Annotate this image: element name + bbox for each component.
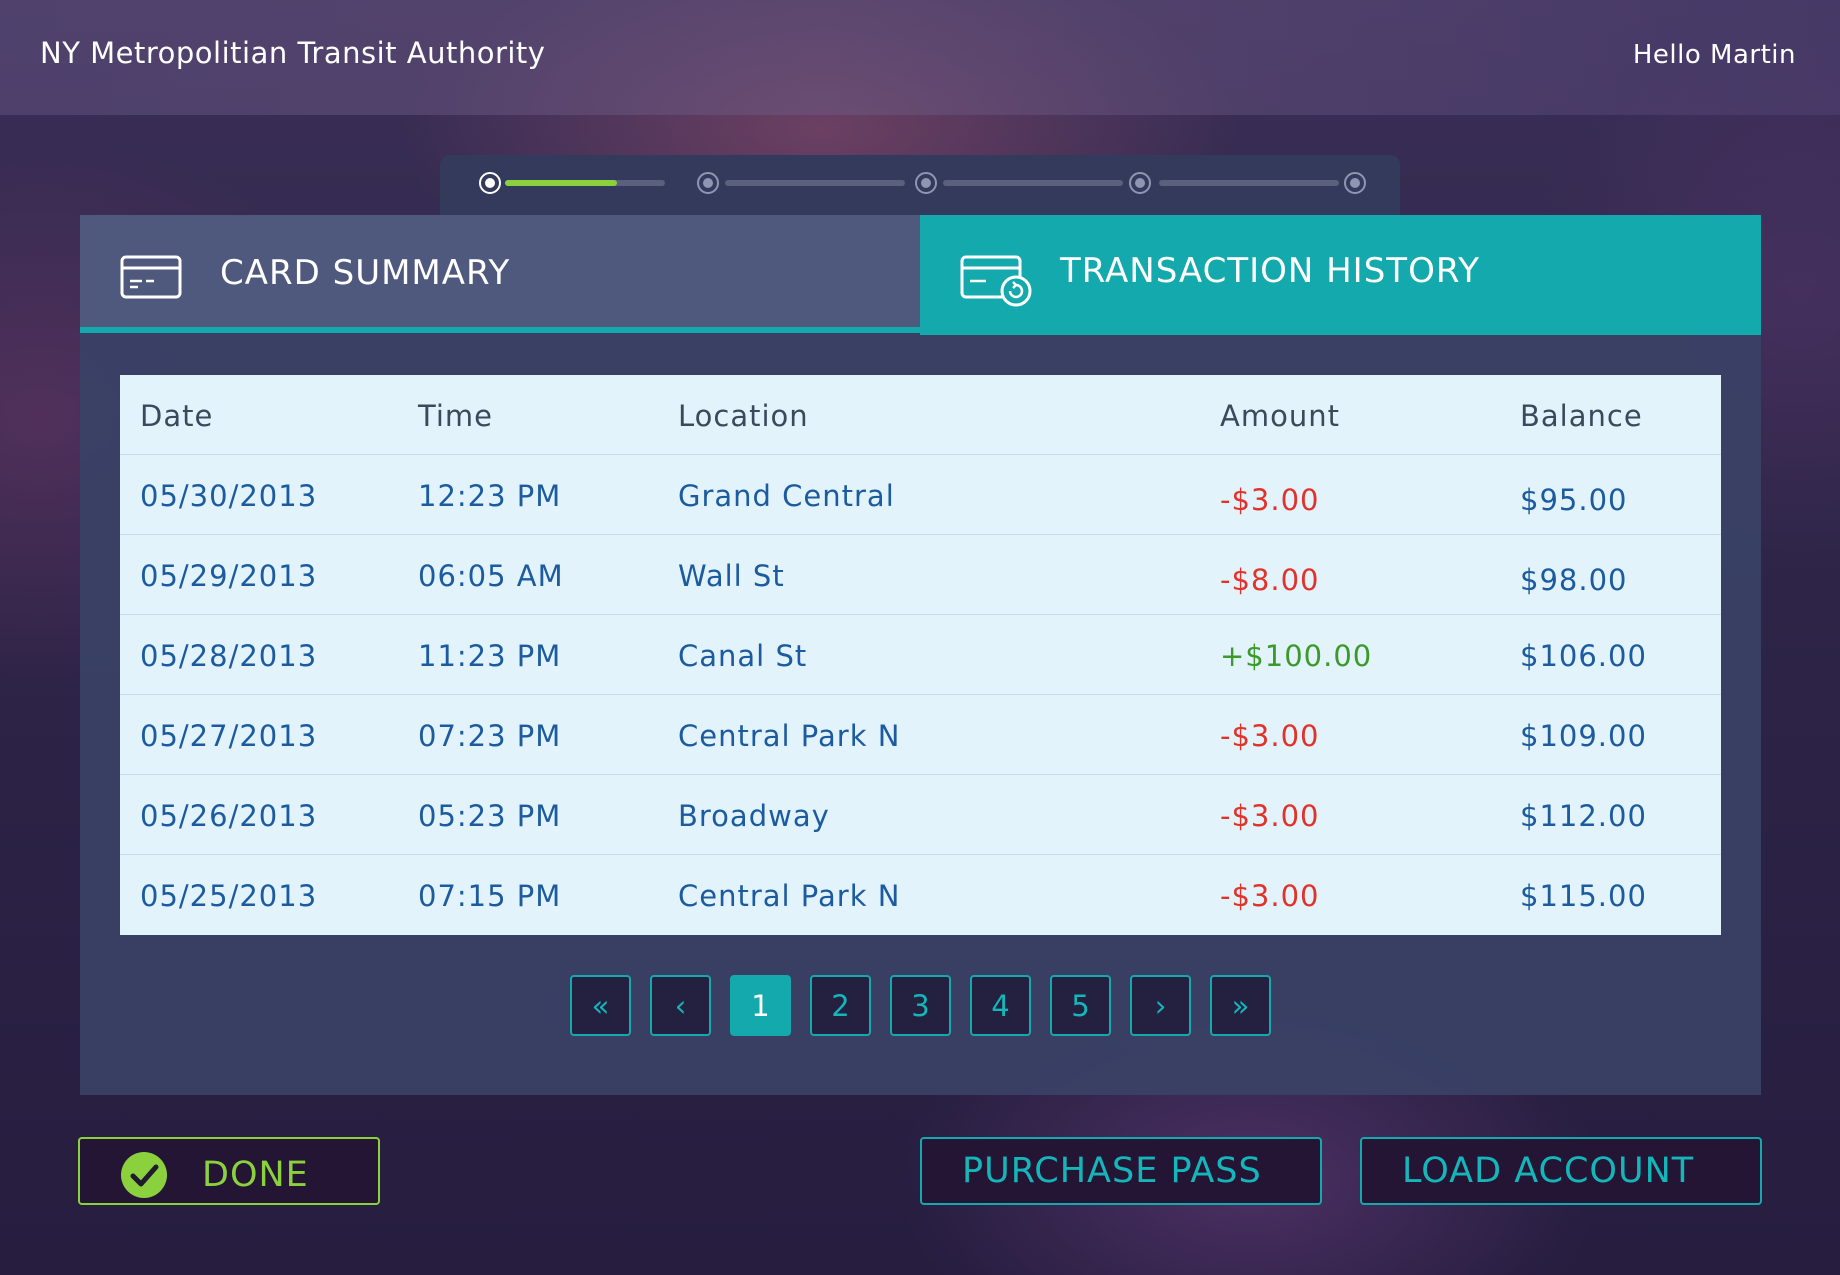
table-row[interactable]: 05/27/2013 07:23 PM Central Park N -$3.0… [120, 695, 1721, 775]
page-3-button[interactable]: 3 [890, 975, 951, 1036]
cell-amount: +$100.00 [1220, 639, 1373, 673]
cell-time: 07:15 PM [418, 879, 562, 913]
cell-amount: -$3.00 [1220, 799, 1320, 833]
cell-balance: $115.00 [1520, 879, 1647, 913]
main-panel: CARD SUMMARY TRANSACTION HISTORY Date Ti… [80, 215, 1761, 1095]
page-next-button[interactable]: › [1130, 975, 1191, 1036]
step-1-dot [479, 172, 501, 194]
step-track-4 [1159, 180, 1339, 186]
page-last-button[interactable]: » [1210, 975, 1271, 1036]
transaction-table: Date Time Location Amount Balance 05/30/… [120, 375, 1721, 935]
header-balance: Balance [1520, 399, 1643, 433]
table-row[interactable]: 05/25/2013 07:15 PM Central Park N -$3.0… [120, 855, 1721, 935]
load-account-label: LOAD ACCOUNT [1402, 1151, 1695, 1191]
cell-location: Canal St [678, 639, 808, 673]
page-4-button[interactable]: 4 [970, 975, 1031, 1036]
page-prev-button[interactable]: ‹ [650, 975, 711, 1036]
cell-date: 05/26/2013 [140, 799, 318, 833]
tab-card-summary-label: CARD SUMMARY [220, 253, 511, 293]
page-2-button[interactable]: 2 [810, 975, 871, 1036]
cell-amount: -$8.00 [1220, 563, 1320, 597]
table-row[interactable]: 05/30/2013 12:23 PM Grand Central -$3.00… [120, 455, 1721, 535]
header-date: Date [140, 399, 214, 433]
cell-balance: $95.00 [1520, 483, 1628, 517]
table-header-row: Date Time Location Amount Balance [120, 375, 1721, 455]
step-progress-fill [505, 180, 617, 186]
check-circle-icon [121, 1152, 167, 1198]
step-track-1 [505, 180, 665, 186]
header-amount: Amount [1220, 399, 1340, 433]
step-track-2 [725, 180, 905, 186]
cell-time: 07:23 PM [418, 719, 562, 753]
step-4-dot [1129, 172, 1151, 194]
page-1-button[interactable]: 1 [730, 975, 791, 1036]
step-5-dot [1344, 172, 1366, 194]
cell-date: 05/30/2013 [140, 479, 318, 513]
table-row[interactable]: 05/29/2013 06:05 AM Wall St -$8.00 $98.0… [120, 535, 1721, 615]
cell-location: Wall St [678, 559, 785, 593]
step-2-dot [697, 172, 719, 194]
table-row[interactable]: 05/26/2013 05:23 PM Broadway -$3.00 $112… [120, 775, 1721, 855]
step-track-3 [943, 180, 1123, 186]
purchase-pass-button[interactable]: PURCHASE PASS [920, 1137, 1322, 1205]
cell-balance: $98.00 [1520, 563, 1628, 597]
user-greeting: Hello Martin [1632, 40, 1796, 70]
step-3-dot [915, 172, 937, 194]
cell-location: Broadway [678, 799, 830, 833]
progress-stepper [440, 155, 1400, 215]
cell-location: Central Park N [678, 719, 901, 753]
load-account-button[interactable]: LOAD ACCOUNT [1360, 1137, 1762, 1205]
cell-amount: -$3.00 [1220, 483, 1320, 517]
cell-date: 05/27/2013 [140, 719, 318, 753]
top-bar: NY Metropolitian Transit Authority Hello… [0, 0, 1840, 115]
cell-amount: -$3.00 [1220, 879, 1320, 913]
done-label: DONE [202, 1155, 309, 1195]
cell-amount: -$3.00 [1220, 719, 1320, 753]
cell-balance: $112.00 [1520, 799, 1647, 833]
header-location: Location [678, 399, 809, 433]
cell-location: Central Park N [678, 879, 901, 913]
cell-time: 12:23 PM [418, 479, 562, 513]
purchase-pass-label: PURCHASE PASS [962, 1151, 1262, 1191]
app-title: NY Metropolitian Transit Authority [40, 36, 546, 70]
tab-transaction-history-label: TRANSACTION HISTORY [1060, 251, 1481, 291]
cell-date: 05/28/2013 [140, 639, 318, 673]
header-time: Time [418, 399, 493, 433]
table-row[interactable]: 05/28/2013 11:23 PM Canal St +$100.00 $1… [120, 615, 1721, 695]
card-refresh-icon [960, 255, 1032, 307]
cell-balance: $106.00 [1520, 639, 1647, 673]
credit-card-icon [120, 255, 182, 299]
page-first-button[interactable]: « [570, 975, 631, 1036]
cell-location: Grand Central [678, 479, 895, 513]
cell-time: 11:23 PM [418, 639, 562, 673]
cell-time: 05:23 PM [418, 799, 562, 833]
cell-balance: $109.00 [1520, 719, 1647, 753]
done-button[interactable]: DONE [78, 1137, 380, 1205]
cell-date: 05/25/2013 [140, 879, 318, 913]
page-5-button[interactable]: 5 [1050, 975, 1111, 1036]
tab-card-summary[interactable]: CARD SUMMARY [80, 215, 920, 333]
tab-transaction-history[interactable]: TRANSACTION HISTORY [920, 215, 1761, 335]
cell-time: 06:05 AM [418, 559, 564, 593]
cell-date: 05/29/2013 [140, 559, 318, 593]
